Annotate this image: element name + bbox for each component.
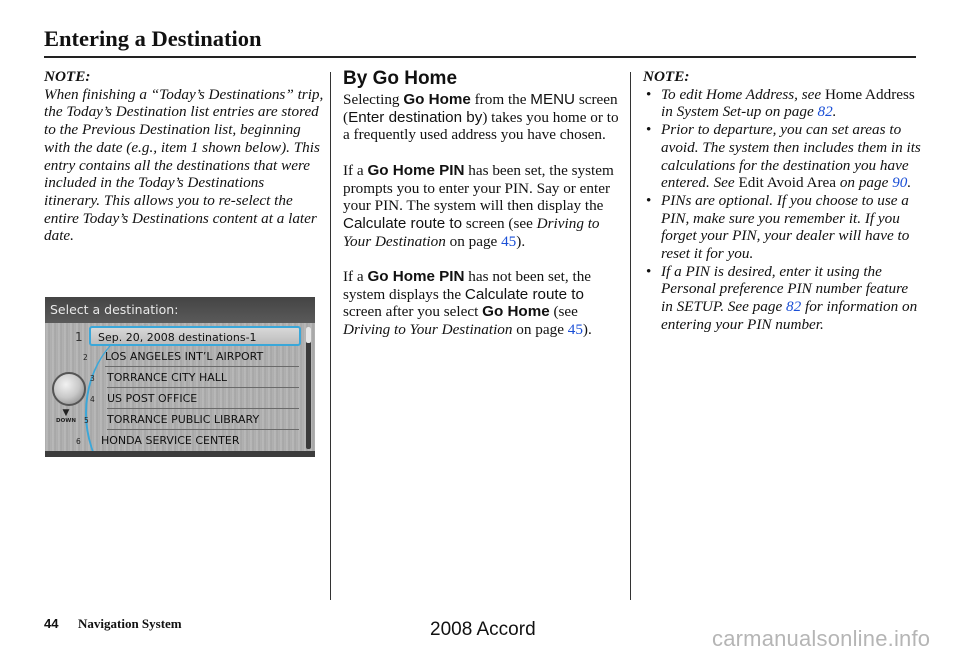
scrollbar[interactable] bbox=[306, 327, 311, 449]
text: screen after you select bbox=[343, 303, 483, 321]
nav-screen-header: Select a destination: bbox=[45, 297, 315, 323]
ui-term-go-home-pin: Go Home PIN bbox=[367, 268, 465, 285]
right-column: NOTE: To edit Home Address, see Home Add… bbox=[643, 68, 923, 334]
destination-row[interactable]: US POST OFFICE bbox=[107, 389, 299, 409]
text: Selecting bbox=[343, 91, 404, 108]
text: (see bbox=[549, 303, 578, 321]
ui-term-go-home: Go Home bbox=[403, 91, 471, 108]
row-number: 2 bbox=[83, 353, 88, 362]
text: If a bbox=[343, 161, 368, 179]
page-number: 44 bbox=[44, 616, 59, 631]
text: If a bbox=[343, 268, 368, 285]
down-label: DOWN bbox=[56, 418, 76, 424]
ui-term-edit-avoid-area: Edit Avoid Area bbox=[738, 174, 837, 192]
ui-term-calculate-route-to: Calculate route to bbox=[343, 214, 463, 232]
destination-row[interactable]: HONDA SERVICE CENTER bbox=[101, 431, 299, 451]
watermark: carmanualsonline.info bbox=[712, 626, 931, 651]
middle-column: By Go Home Selecting Go Home from the ME… bbox=[343, 68, 623, 357]
destination-label: Sep. 20, 2008 destinations-1 bbox=[98, 331, 257, 344]
note-item: If a PIN is desired, enter it using the … bbox=[643, 263, 923, 334]
paragraph-3: If a Go Home PIN has not been set, the s… bbox=[343, 268, 623, 339]
down-indicator: ▼ DOWN bbox=[53, 409, 79, 429]
page-link-45[interactable]: 45 bbox=[568, 321, 583, 338]
column-divider-2 bbox=[630, 72, 631, 600]
row-number: 3 bbox=[90, 374, 95, 383]
ui-term-calculate-route-to: Calculate route to bbox=[464, 285, 584, 303]
note-list: To edit Home Address, see Home Address i… bbox=[643, 86, 923, 334]
destination-label: US POST OFFICE bbox=[107, 392, 198, 405]
text: on page bbox=[445, 232, 502, 250]
row-number: 6 bbox=[76, 437, 81, 446]
text: in System Set-up on page bbox=[661, 103, 818, 121]
destination-label: HONDA SERVICE CENTER bbox=[101, 434, 240, 447]
reference-title: Driving to Your Destination bbox=[343, 321, 513, 339]
ui-term-go-home: Go Home bbox=[482, 303, 550, 321]
interface-knob-icon bbox=[52, 372, 86, 406]
destination-label: TORRANCE PUBLIC LIBRARY bbox=[107, 413, 260, 426]
text: on page bbox=[836, 174, 893, 192]
footer-model: 2008 Accord bbox=[430, 619, 536, 640]
page-title: Entering a Destination bbox=[44, 26, 262, 51]
text: PINs are optional. If you choose to use … bbox=[661, 191, 910, 263]
destination-label: LOS ANGELES INT’L AIRPORT bbox=[105, 350, 264, 363]
text: from the bbox=[470, 91, 531, 108]
text: . bbox=[907, 174, 912, 192]
page-link-90[interactable]: 90 bbox=[892, 174, 907, 191]
text: on page bbox=[512, 321, 568, 339]
ui-term-home-address: Home Address bbox=[824, 85, 915, 103]
ui-term-enter-destination-by: Enter destination by bbox=[348, 108, 483, 126]
note-item: Prior to departure, you can set areas to… bbox=[643, 121, 923, 192]
text: ). bbox=[516, 232, 526, 250]
footer-section-title: Navigation System bbox=[78, 616, 182, 631]
note-item: To edit Home Address, see Home Address i… bbox=[643, 86, 923, 121]
destination-row[interactable]: LOS ANGELES INT’L AIRPORT bbox=[105, 347, 299, 367]
ui-term-menu: MENU bbox=[530, 91, 576, 108]
destination-row[interactable]: TORRANCE PUBLIC LIBRARY bbox=[107, 410, 299, 430]
note-text: When finishing a “Today’s Destinations” … bbox=[44, 85, 324, 245]
page-link-45[interactable]: 45 bbox=[501, 233, 516, 250]
destination-label: TORRANCE CITY HALL bbox=[107, 371, 228, 384]
destination-row-selected[interactable]: Sep. 20, 2008 destinations-1 bbox=[89, 326, 301, 346]
nav-screen-footer bbox=[45, 451, 315, 457]
paragraph-2: If a Go Home PIN has been set, the syste… bbox=[343, 162, 623, 251]
paragraph-1: Selecting Go Home from the MENU screen (… bbox=[343, 91, 623, 144]
text: To edit Home Address, see bbox=[661, 85, 825, 103]
note-item: PINs are optional. If you choose to use … bbox=[643, 192, 923, 263]
nav-screen-image: Select a destination: ▼ DOWN 1 Sep. 20, … bbox=[45, 297, 315, 457]
ui-term-go-home-pin: Go Home PIN bbox=[367, 161, 465, 179]
page-link-82[interactable]: 82 bbox=[786, 298, 801, 315]
text: screen (see bbox=[462, 214, 537, 232]
text: ). bbox=[582, 321, 592, 339]
destination-row[interactable]: TORRANCE CITY HALL bbox=[107, 368, 299, 388]
left-column: NOTE: When finishing a “Today’s Destinat… bbox=[44, 68, 324, 245]
row-number: 5 bbox=[84, 416, 89, 425]
note-label: NOTE: bbox=[44, 68, 91, 85]
note-label: NOTE: bbox=[643, 68, 690, 85]
row-number: 1 bbox=[75, 330, 83, 344]
section-heading: By Go Home bbox=[343, 68, 458, 89]
row-number: 4 bbox=[90, 395, 95, 404]
title-rule bbox=[44, 56, 916, 58]
page-link-82[interactable]: 82 bbox=[817, 103, 832, 120]
down-arrow-icon: ▼ bbox=[62, 408, 70, 418]
text: . bbox=[832, 103, 837, 121]
column-divider-1 bbox=[330, 72, 331, 600]
scrollbar-thumb[interactable] bbox=[306, 327, 311, 343]
